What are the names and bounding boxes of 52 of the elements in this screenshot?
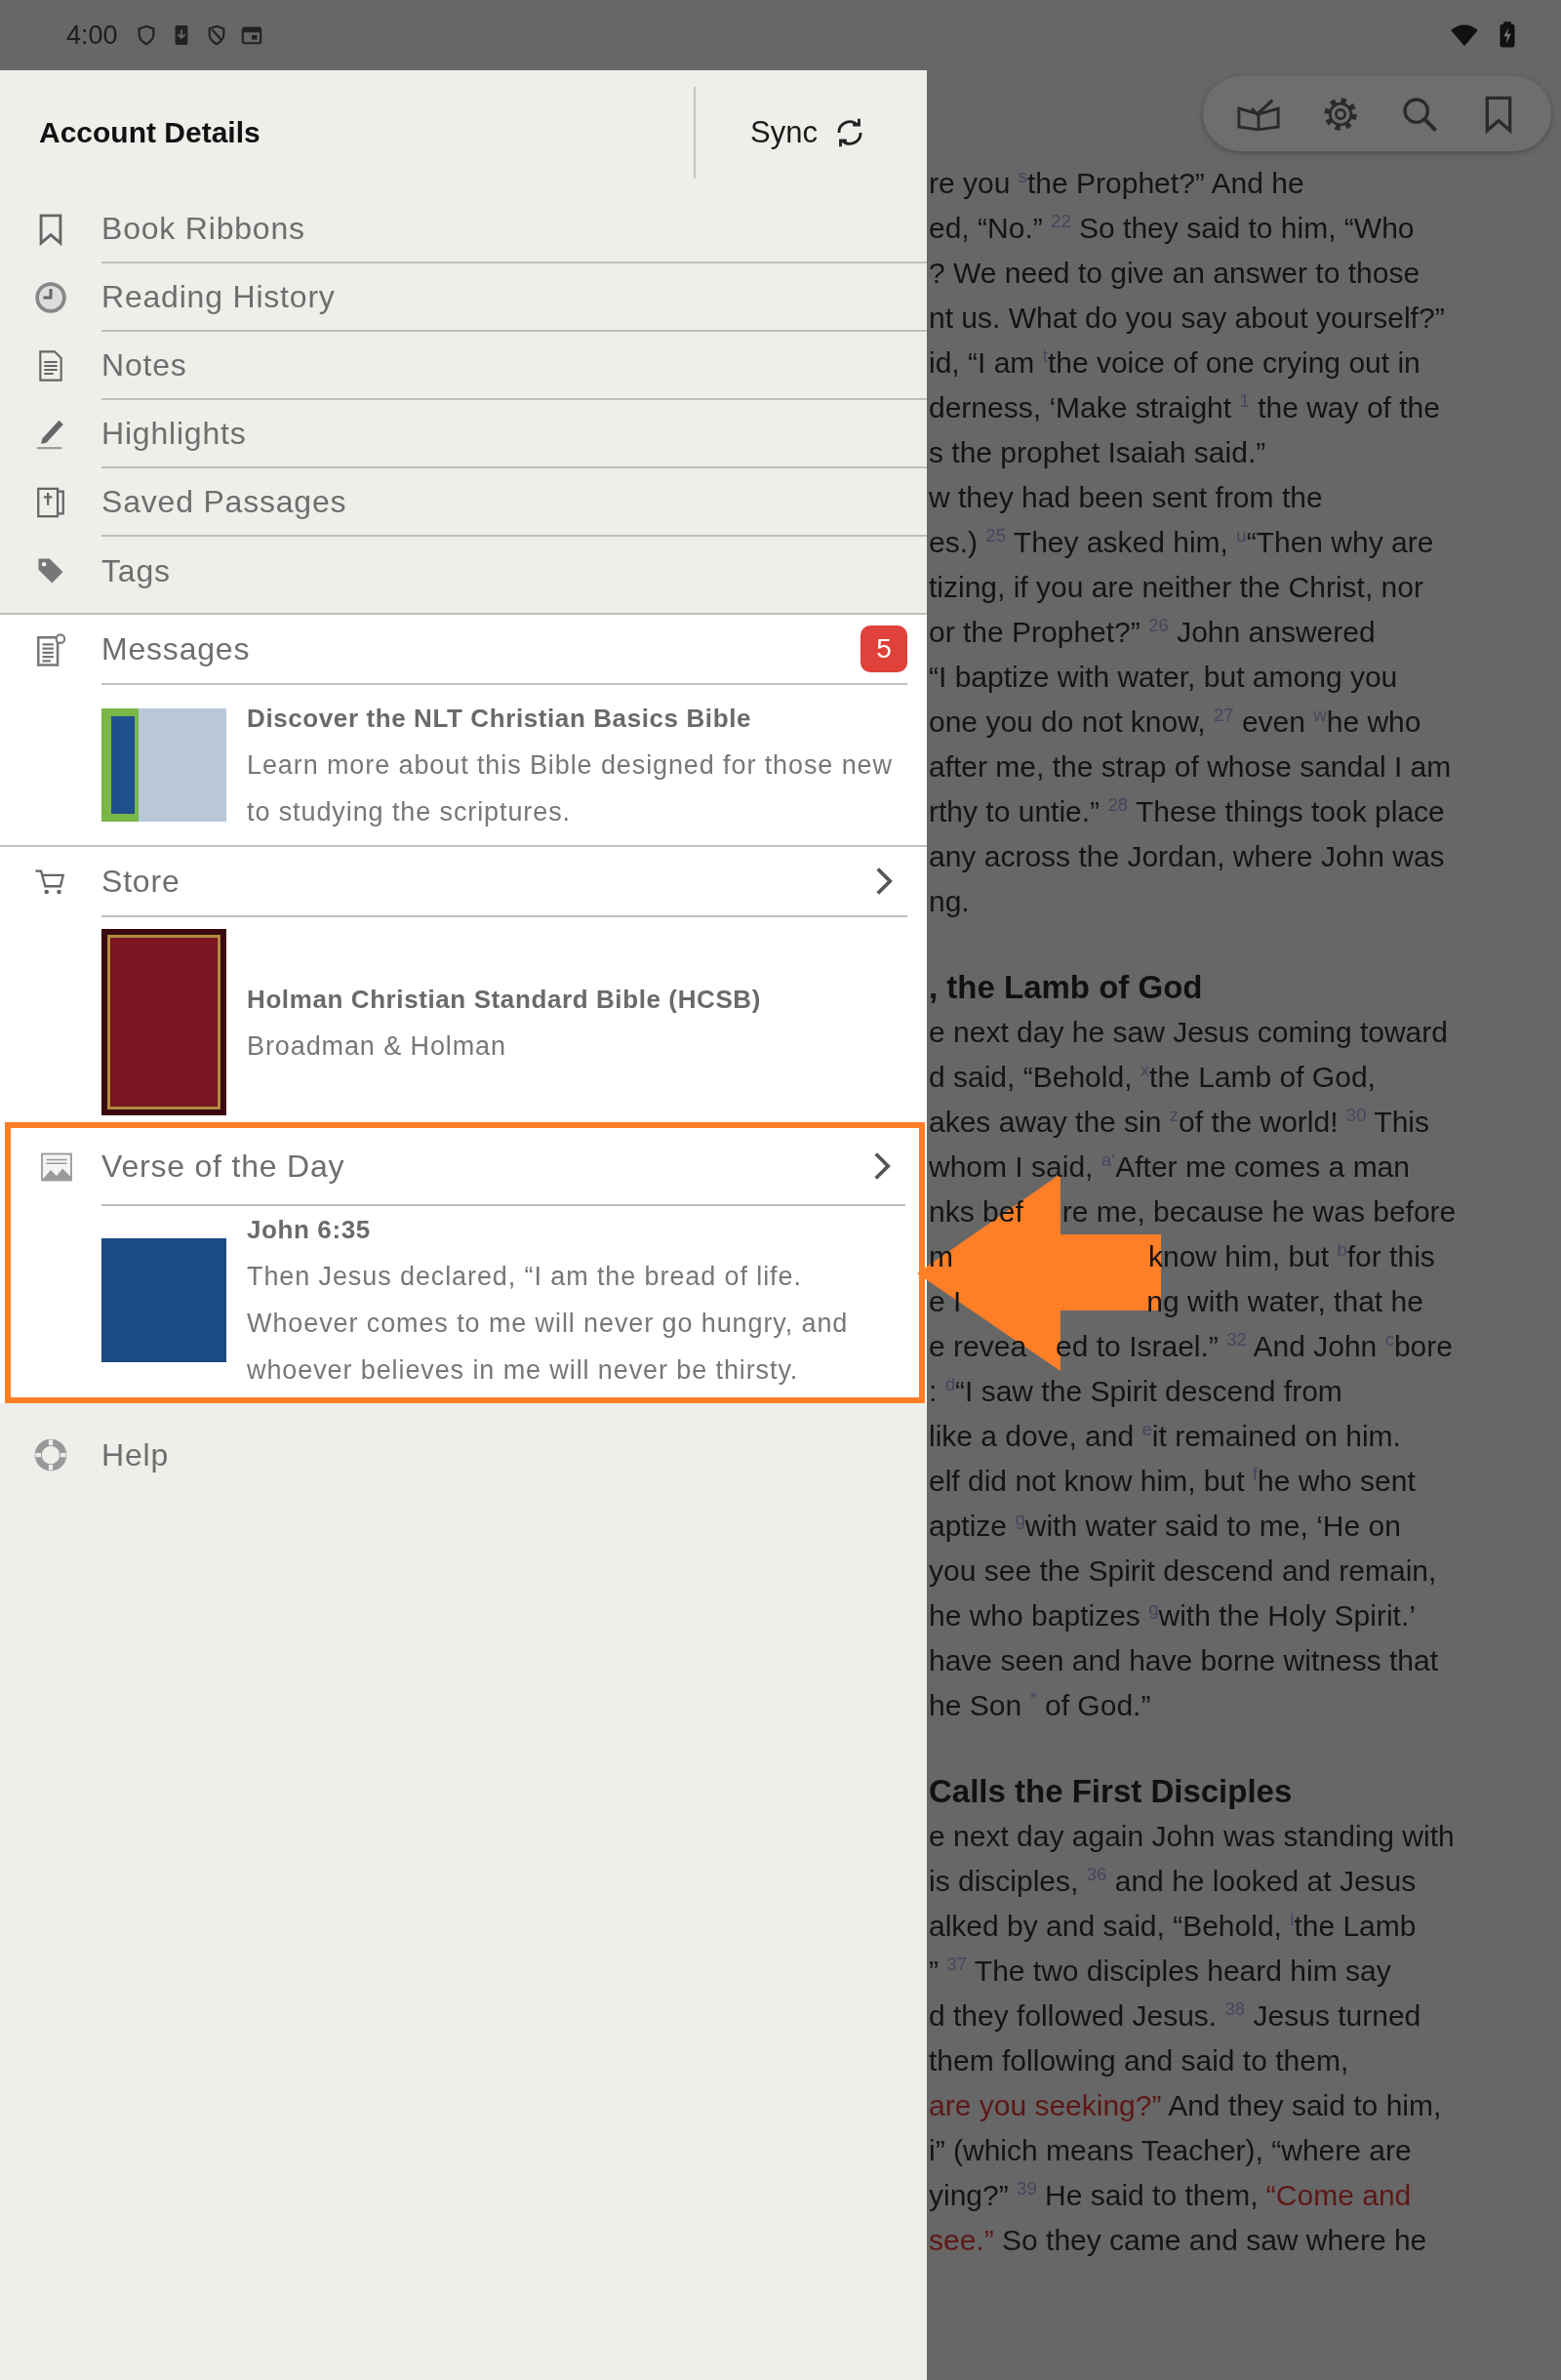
calendar-icon xyxy=(240,24,262,46)
verse-line: see.” So they came and saw where he xyxy=(929,2223,1427,2258)
verse-line: aptize $^{g}$with water said to me, ‘He on xyxy=(929,1507,1401,1544)
book-publisher: Broadman & Holman xyxy=(247,1029,507,1063)
verse-line: s the prophet Isaiah said.” xyxy=(929,435,1266,470)
verse-line: any across the Jordan, where John was xyxy=(929,839,1445,874)
chevron-right-icon xyxy=(872,1151,892,1181)
verse-line: “I baptize with water, but among you xyxy=(929,660,1398,695)
verse-line: ? We need to give an answer to those xyxy=(929,256,1421,291)
bible-icon xyxy=(34,486,67,519)
verse-line: after me, the strap of whose sandal I am xyxy=(929,749,1452,785)
verse-line: e revea xyxy=(929,1329,1027,1364)
verse-line: tizing, if you are neither the Christ, nor xyxy=(929,570,1423,605)
menu-item[interactable]: Saved Passages xyxy=(0,468,927,537)
verse-line: them following and said to them, xyxy=(929,2043,1349,2078)
verse-line: you see the Spirit descend and remain, xyxy=(929,1553,1437,1589)
verse-line: re me, because he was before xyxy=(1061,1194,1457,1230)
book-title[interactable]: Holman Christian Standard Bible (HCSB) xyxy=(247,975,909,1023)
menu-item[interactable]: Tags xyxy=(0,537,927,605)
messages-item[interactable]: Messages 5 xyxy=(0,615,927,685)
clock-icon xyxy=(33,280,68,315)
verse-line: e next day again John was standing with xyxy=(929,1819,1455,1854)
store-item[interactable]: Store xyxy=(0,847,927,917)
verse-line: are you seeking?” And they said to him, xyxy=(929,2088,1442,2123)
verse-line: have seen and have borne witness that xyxy=(929,1643,1439,1678)
help-item[interactable]: Help xyxy=(0,1411,927,1499)
verse-line: nt us. What do you say about yourself?” xyxy=(929,301,1445,336)
verse-line: w they had been sent from the xyxy=(929,480,1323,515)
verse-line: e next day he saw Jesus coming toward xyxy=(929,1015,1448,1050)
menu-item[interactable]: Reading History xyxy=(0,263,927,332)
verse-line: ng. xyxy=(929,884,970,919)
verse-reference[interactable]: John 6:35 xyxy=(247,1206,901,1253)
message-title[interactable]: Discover the NLT Christian Basics Bible xyxy=(247,695,909,742)
section-heading: Calls the First Disciples xyxy=(929,1772,1294,1811)
message-text: Learn more about this Bible designed for those new to studying the scriptures. xyxy=(247,749,894,828)
unread-count-badge: 5 xyxy=(861,625,907,672)
sync-button[interactable]: Sync xyxy=(696,94,927,172)
account-details-title[interactable]: Account Details xyxy=(39,116,695,149)
status-time: 4:00 xyxy=(66,20,118,51)
chevron-right-icon xyxy=(874,867,894,896)
verse-text: Then Jesus declared, “I am the bread of life. Whoever comes to me will never go hungry, and whoever believes in me will never be thirsty. xyxy=(247,1261,850,1387)
section-heading: , the Lamb of God xyxy=(929,968,1204,1007)
verse-line: e I xyxy=(929,1284,962,1319)
verse-line: i” (which means Teacher), “where are xyxy=(929,2133,1412,2168)
menu-item[interactable]: Book Ribbons xyxy=(0,195,927,263)
message-document-icon xyxy=(34,633,67,666)
verse-of-the-day-item[interactable]: Verse of the Day xyxy=(11,1128,919,1206)
tag-icon xyxy=(36,556,65,585)
menu-item[interactable]: Highlights xyxy=(0,400,927,468)
verse-line: he Son $^{*}$ of God.” xyxy=(929,1686,1151,1723)
lifebuoy-icon xyxy=(34,1438,67,1472)
menu-item[interactable]: Notes xyxy=(0,332,927,400)
